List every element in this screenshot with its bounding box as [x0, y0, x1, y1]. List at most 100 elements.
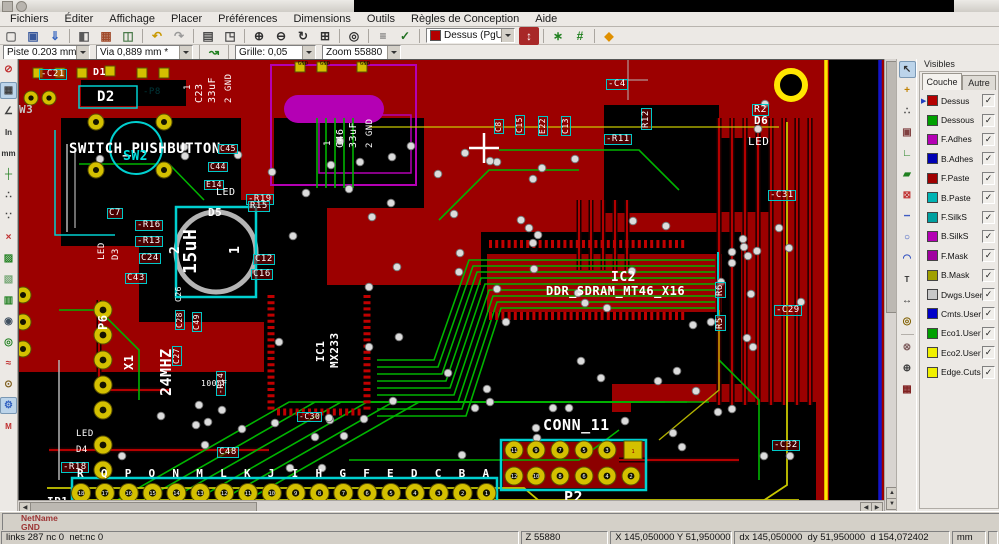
layer-row-dessus[interactable]: ▶ Dessus ✓ [921, 91, 995, 110]
add-target-icon[interactable]: ◎ [899, 313, 916, 330]
tab-couche[interactable]: Couche [922, 73, 962, 90]
units-inch-icon[interactable]: In [0, 124, 17, 141]
add-graphic-line-icon[interactable]: ┄ [899, 208, 916, 225]
high-contrast-icon[interactable]: ⊙ [0, 376, 17, 393]
layer-pair-icon[interactable]: ↕ [519, 26, 539, 45]
ratsnest-full-icon[interactable]: ∴ [0, 187, 17, 204]
vias-sketch-icon[interactable]: ◎ [0, 334, 17, 351]
add-dimension-icon[interactable]: ↔ [899, 292, 916, 309]
layer-row-b-silks[interactable]: B.SilkS ✓ [921, 227, 995, 246]
add-zone-icon[interactable]: ▰ [899, 166, 916, 183]
add-keepout-icon[interactable]: ⊠ [899, 187, 916, 204]
cursor-shape-icon[interactable]: ┼ [0, 166, 17, 183]
layer-visibility-checkbox[interactable]: ✓ [982, 171, 995, 185]
units-mm-icon[interactable]: mm [0, 145, 17, 162]
track-autodel-icon[interactable]: × [0, 229, 17, 246]
toggle-grid-tracks-icon[interactable]: # [570, 27, 590, 45]
netlist-icon[interactable]: ≡ [373, 27, 393, 45]
zones-outline-icon[interactable]: ▥ [0, 292, 17, 309]
layers-manager-icon[interactable]: ⚙ [0, 397, 17, 414]
menu-fichiers[interactable]: Fichiers [2, 12, 57, 26]
layer-visibility-checkbox[interactable]: ✓ [982, 288, 995, 302]
menu-outils[interactable]: Outils [359, 12, 403, 26]
microwave-tools-icon[interactable]: M [0, 418, 17, 435]
freeroute-icon[interactable]: ◆ [599, 27, 619, 45]
delete-item-icon[interactable]: ⊗ [899, 339, 916, 356]
layer-row-b-paste[interactable]: B.Paste ✓ [921, 188, 995, 207]
layer-visibility-checkbox[interactable]: ✓ [982, 346, 995, 360]
layer-row-b-mask[interactable]: B.Mask ✓ [921, 266, 995, 285]
highlight-net-icon[interactable]: + [899, 82, 916, 99]
drc-icon[interactable]: ✓ [395, 27, 415, 45]
add-track-icon[interactable]: ∟ [899, 145, 916, 162]
toggle-ratsnest-icon[interactable]: ∗ [548, 27, 568, 45]
layer-row-eco1-user[interactable]: Eco1.User ✓ [921, 324, 995, 343]
layer-visibility-checkbox[interactable]: ✓ [982, 249, 995, 263]
local-ratsnest-icon[interactable]: ∴ [899, 103, 916, 120]
zones-hide-icon[interactable]: ▧ [0, 271, 17, 288]
layer-visibility-checkbox[interactable]: ✓ [982, 229, 995, 243]
undo-icon[interactable]: ↶ [147, 27, 167, 45]
tracks-sketch-icon[interactable]: ≈ [0, 355, 17, 372]
plot-export-icon[interactable]: ⇓ [45, 27, 65, 45]
ratsnest-module-icon[interactable]: ∵ [0, 208, 17, 225]
print-icon[interactable]: ▤ [198, 27, 218, 45]
layer-visibility-checkbox[interactable]: ✓ [982, 326, 995, 340]
polar-coords-icon[interactable]: ∠ [0, 103, 17, 120]
grid-origin-icon[interactable]: ▦ [899, 381, 916, 398]
track-width-select[interactable]: Piste 0.203 mm * [3, 44, 90, 60]
layer-row-cmts-user[interactable]: Cmts.User ✓ [921, 304, 995, 323]
add-footprint-icon[interactable]: ▣ [899, 124, 916, 141]
redo-icon[interactable]: ↷ [169, 27, 189, 45]
menu-aide[interactable]: Aide [527, 12, 565, 26]
select-cursor-icon[interactable]: ↖ [898, 61, 916, 78]
layer-row-edge-cuts[interactable]: Edge.Cuts ✓ [921, 362, 995, 381]
layer-visibility-checkbox[interactable]: ✓ [982, 365, 995, 379]
layer-visibility-checkbox[interactable]: ✓ [982, 113, 995, 127]
grid-select[interactable]: Grille: 0,05 [235, 44, 316, 60]
add-arc-icon[interactable]: ◠ [899, 250, 916, 267]
drc-off-icon[interactable]: ⊘ [0, 61, 17, 78]
zoom-in-icon[interactable]: ⊕ [249, 27, 269, 45]
layer-visibility-checkbox[interactable]: ✓ [982, 307, 995, 321]
menu--diter[interactable]: Éditer [57, 12, 102, 26]
layer-visibility-checkbox[interactable]: ✓ [982, 152, 995, 166]
layer-row-b-adhes[interactable]: B.Adhes ✓ [921, 149, 995, 168]
layer-visibility-checkbox[interactable]: ✓ [982, 191, 995, 205]
menu-affichage[interactable]: Affichage [101, 12, 163, 26]
layer-row-dessous[interactable]: Dessous ✓ [921, 110, 995, 129]
layer-row-f-paste[interactable]: F.Paste ✓ [921, 169, 995, 188]
window-menu-icon[interactable] [2, 1, 13, 12]
menu-placer[interactable]: Placer [163, 12, 210, 26]
layer-visibility-checkbox[interactable]: ✓ [982, 210, 995, 224]
layer-row-dwgs-user[interactable]: Dwgs.User ✓ [921, 285, 995, 304]
add-text-icon[interactable]: T [899, 271, 916, 288]
save-board-icon[interactable]: ▣ [23, 27, 43, 45]
layer-row-eco2-user[interactable]: Eco2.User ✓ [921, 343, 995, 362]
grid-visibility-icon[interactable]: ▦ [0, 82, 17, 99]
layer-row-f-silks[interactable]: F.SilkS ✓ [921, 207, 995, 226]
window-button-icon[interactable] [16, 1, 27, 12]
layer-select-arrow-icon[interactable] [501, 29, 514, 42]
library-browser-icon[interactable]: ◫ [118, 27, 138, 45]
via-size-select[interactable]: Via 0,889 mm * [96, 44, 193, 60]
add-circle-icon[interactable]: ○ [899, 229, 916, 246]
pads-sketch-icon[interactable]: ◉ [0, 313, 17, 330]
offset-origin-icon[interactable]: ⊕ [899, 360, 916, 377]
menu-dimensions[interactable]: Dimensions [285, 12, 358, 26]
module-editor-icon[interactable]: ▦ [96, 27, 116, 45]
layer-visibility-checkbox[interactable]: ✓ [982, 94, 995, 108]
plot-icon[interactable]: ◳ [220, 27, 240, 45]
find-icon[interactable]: ◎ [344, 27, 364, 45]
layer-select[interactable]: Dessus (PgUp) [426, 28, 515, 43]
layer-row-f-adhes[interactable]: F.Adhes ✓ [921, 130, 995, 149]
tab-autre[interactable]: Autre [962, 75, 996, 90]
new-board-icon[interactable]: ▢ [1, 27, 21, 45]
layer-row-f-mask[interactable]: F.Mask ✓ [921, 246, 995, 265]
zoom-select[interactable]: Zoom 55880 [322, 44, 401, 60]
zones-show-icon[interactable]: ▨ [0, 250, 17, 267]
pcb-canvas[interactable]: 18 17 16 15 14 13 12 11 10 9 8 7 6 5 4 3 2 1 11 9 7 5 3 1 12 10 8 6… [18, 59, 885, 501]
page-settings-icon[interactable]: ◧ [74, 27, 94, 45]
zoom-out-icon[interactable]: ⊖ [271, 27, 291, 45]
layer-visibility-checkbox[interactable]: ✓ [982, 132, 995, 146]
